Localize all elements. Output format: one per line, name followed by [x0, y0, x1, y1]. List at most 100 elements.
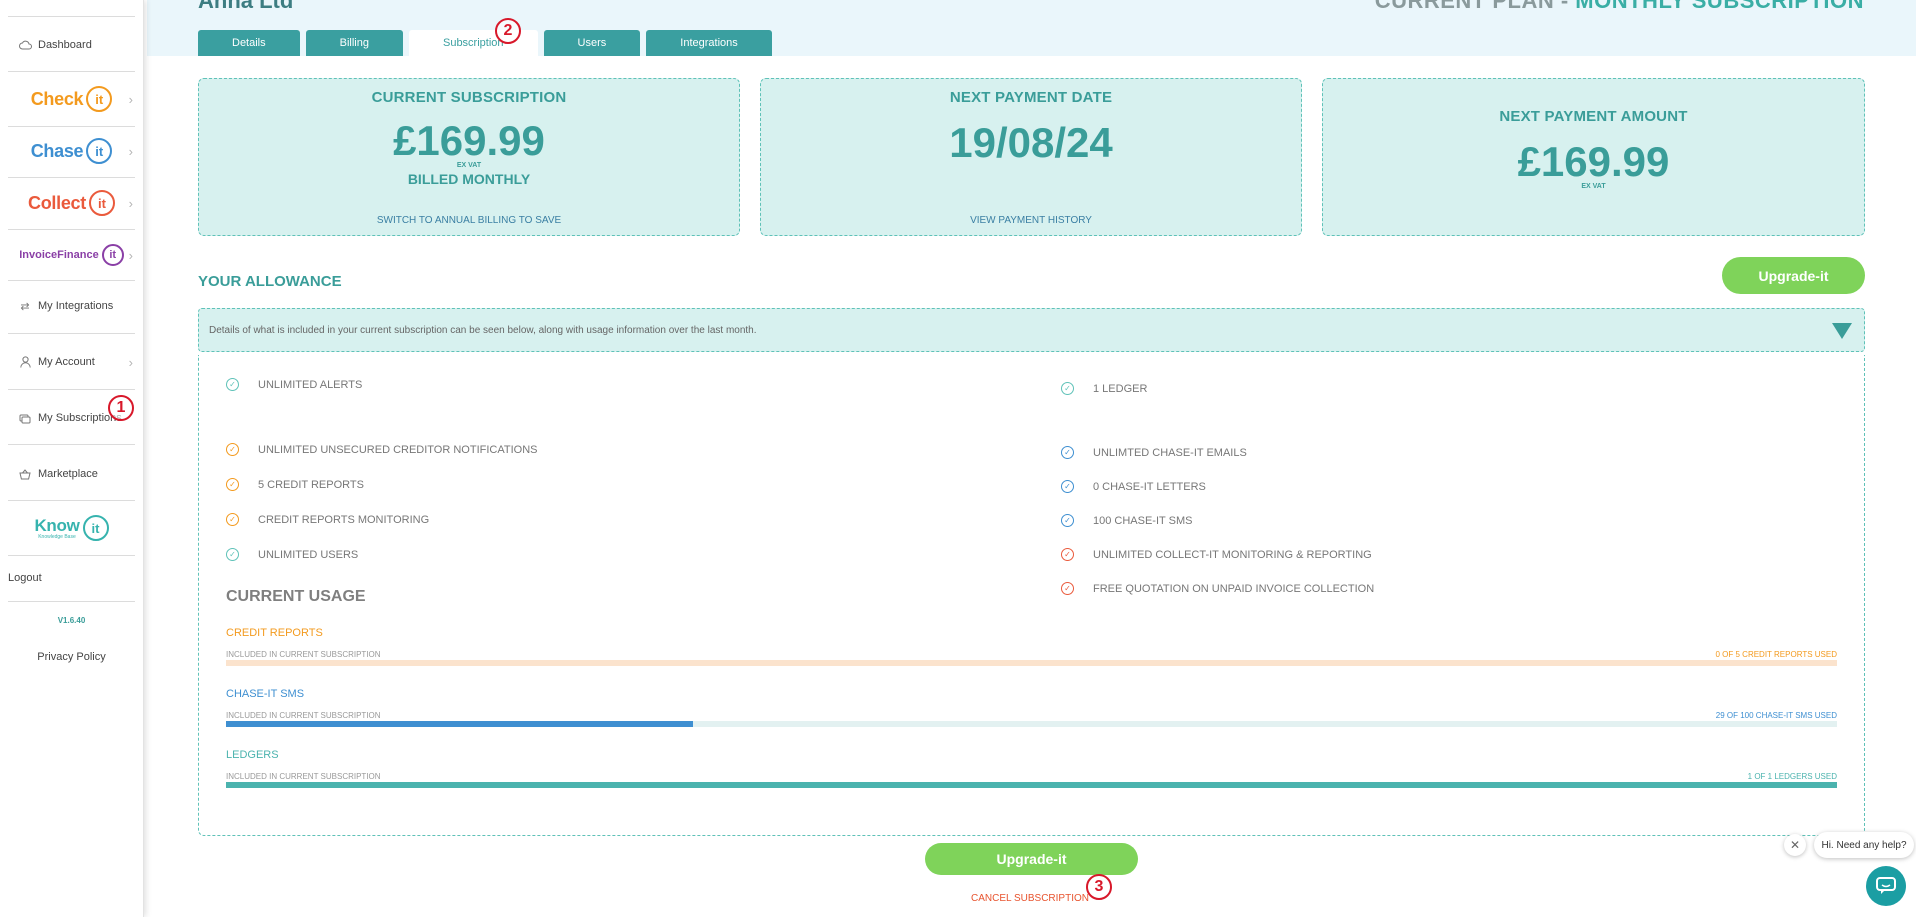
- cloud-icon: [18, 38, 32, 52]
- feature-label: CREDIT REPORTS MONITORING: [258, 513, 430, 526]
- feature-item: ✓ 0 CHASE-IT LETTERS: [1061, 480, 1206, 493]
- feature-item: ✓ UNLIMITED UNSECURED CREDITOR NOTIFICATI…: [226, 443, 538, 456]
- annotation-marker-1: 1: [108, 395, 134, 421]
- tab-users[interactable]: Users: [543, 30, 641, 56]
- company-title: Anna Ltd: [198, 0, 294, 13]
- upgrade-button[interactable]: Upgrade-it: [1722, 257, 1865, 294]
- current-plan-title: CURRENT PLAN - MONTHLY SUBSCRIPTION: [1375, 0, 1864, 14]
- sidebar-item-know-it[interactable]: Know Knowledge Base it: [8, 503, 135, 553]
- view-payment-history-link[interactable]: VIEW PAYMENT HISTORY: [761, 215, 1301, 226]
- feature-item: ✓ UNLIMITED USERS: [226, 548, 358, 561]
- check-circle-icon: ✓: [226, 443, 239, 456]
- usage-progress-track: [226, 721, 1837, 727]
- chevron-right-icon: ›: [128, 91, 133, 107]
- divider: [8, 16, 135, 17]
- brand-name: InvoiceFinance: [19, 249, 99, 261]
- feature-item: ✓ UNLIMTED CHASE-IT EMAILS: [1061, 446, 1247, 459]
- logout-label: Logout: [8, 572, 42, 584]
- check-circle-icon: ✓: [226, 513, 239, 526]
- card-title: NEXT PAYMENT DATE: [949, 89, 1113, 106]
- allowance-description: Details of what is included in your curr…: [209, 325, 757, 336]
- check-circle-icon: ✓: [1061, 582, 1074, 595]
- annotation-marker-2: 2: [495, 18, 521, 44]
- switch-annual-link[interactable]: SWITCH TO ANNUAL BILLING TO SAVE: [199, 215, 739, 226]
- upgrade-button-bottom[interactable]: Upgrade-it: [925, 843, 1138, 875]
- sidebar-item-marketplace[interactable]: Marketplace: [8, 466, 135, 482]
- version-label: V1.6.40: [57, 616, 86, 625]
- check-circle-icon: ✓: [226, 378, 239, 391]
- current-plan-value: MONTHLY SUBSCRIPTION: [1575, 0, 1864, 13]
- billing-frequency: BILLED MONTHLY: [407, 171, 531, 187]
- help-bubble[interactable]: Hi. Need any help?: [1814, 832, 1914, 858]
- usage-count: 1 OF 1 LEDGERS USED: [1747, 772, 1837, 781]
- sidebar: Dashboard Check it › Chase it › Collect …: [0, 0, 144, 917]
- sidebar-item-chase-it[interactable]: Chase it ›: [8, 126, 135, 176]
- privacy-policy-link[interactable]: Privacy Policy: [0, 651, 143, 663]
- divider: [8, 555, 135, 556]
- tab-bar: Details Billing Subscription Users Integ…: [198, 30, 772, 56]
- sidebar-item-integrations[interactable]: ⇄ My Integrations: [8, 298, 135, 314]
- feature-label: 0 CHASE-IT LETTERS: [1093, 480, 1206, 493]
- divider: [8, 444, 135, 445]
- usage-sublabel: INCLUDED IN CURRENT SUBSCRIPTION: [226, 772, 381, 781]
- usage-label: CREDIT REPORTS: [226, 627, 323, 639]
- usage-progress-track: [226, 782, 1837, 788]
- next-payment-amount-card: NEXT PAYMENT AMOUNT £169.99 EX VAT: [1322, 78, 1865, 236]
- coins-icon: [18, 411, 32, 425]
- next-payment-date: 19/08/24: [949, 119, 1113, 166]
- tab-details[interactable]: Details: [198, 30, 300, 56]
- next-payment-amount: £169.99: [1517, 138, 1670, 185]
- swap-arrows-icon: ⇄: [20, 300, 30, 313]
- chat-icon[interactable]: [1866, 866, 1906, 906]
- feature-label: UNLIMITED USERS: [258, 548, 359, 561]
- feature-label: UNLIMITED UNSECURED CREDITOR NOTIFICATIO…: [258, 443, 538, 456]
- sidebar-item-label: My Integrations: [38, 300, 114, 312]
- brand-subtitle: Knowledge Base: [38, 534, 76, 540]
- it-logo-icon: it: [86, 138, 113, 164]
- usage-progress-fill: [226, 721, 694, 727]
- feature-item: ✓ 5 CREDIT REPORTS: [226, 478, 364, 491]
- divider: [8, 601, 135, 602]
- tab-integrations[interactable]: Integrations: [646, 30, 772, 56]
- it-logo-icon: it: [88, 190, 115, 216]
- current-subscription-card: CURRENT SUBSCRIPTION £169.99 EX VAT BILL…: [198, 78, 740, 236]
- close-help-icon[interactable]: ✕: [1784, 834, 1806, 856]
- check-circle-icon: ✓: [1061, 548, 1074, 561]
- chevron-right-icon: ›: [128, 247, 133, 263]
- allowance-toggle-bar[interactable]: Details of what is included in your curr…: [198, 308, 1865, 352]
- it-logo-icon: it: [101, 244, 124, 266]
- feature-label: UNLIMITED COLLECT-IT MONITORING & REPORT…: [1093, 548, 1372, 561]
- usage-progress-fill: [226, 782, 1837, 788]
- tab-billing[interactable]: Billing: [305, 30, 403, 56]
- know-it-wordmark: Know Knowledge Base: [34, 516, 79, 540]
- feature-item: ✓ FREE QUOTATION ON UNPAID INVOICE COLLEC…: [1061, 582, 1374, 595]
- chevron-right-icon: ›: [128, 195, 133, 211]
- cancel-subscription-link[interactable]: CANCEL SUBSCRIPTION: [971, 893, 1089, 904]
- chevron-right-icon: ›: [128, 143, 133, 159]
- brand-name: Collect: [28, 192, 86, 213]
- sidebar-item-check-it[interactable]: Check it ›: [8, 74, 135, 124]
- sidebar-item-collect-it[interactable]: Collect it ›: [8, 178, 135, 228]
- check-circle-icon: ✓: [1061, 480, 1074, 493]
- brand-name: Know: [34, 516, 80, 535]
- usage-sublabel: INCLUDED IN CURRENT SUBSCRIPTION: [226, 711, 381, 720]
- check-circle-icon: ✓: [226, 478, 239, 491]
- usage-title: CURRENT USAGE: [226, 588, 366, 605]
- usage-count: 29 OF 100 CHASE-IT SMS USED: [1715, 711, 1837, 720]
- feature-label: 100 CHASE-IT SMS: [1093, 514, 1193, 527]
- sidebar-item-account[interactable]: My Account ›: [8, 354, 135, 370]
- allowance-title: YOUR ALLOWANCE: [198, 273, 342, 290]
- divider: [8, 71, 135, 72]
- feature-item: ✓ 100 CHASE-IT SMS: [1061, 514, 1192, 527]
- sidebar-item-dashboard[interactable]: Dashboard: [8, 37, 135, 53]
- check-circle-icon: ✓: [1061, 514, 1074, 527]
- logout-link[interactable]: Logout: [0, 570, 135, 586]
- feature-label: FREE QUOTATION ON UNPAID INVOICE COLLECT…: [1093, 582, 1375, 595]
- usage-count: 0 OF 5 CREDIT REPORTS USED: [1715, 650, 1837, 659]
- feature-item: ✓ UNLIMITED COLLECT-IT MONITORING & REPOR…: [1061, 548, 1372, 561]
- collapse-triangle-icon[interactable]: [1832, 323, 1852, 339]
- next-payment-date-card: NEXT PAYMENT DATE 19/08/24 VIEW PAYMENT …: [760, 78, 1302, 236]
- chevron-right-icon: ›: [128, 354, 133, 370]
- usage-progress-track: [226, 660, 1837, 666]
- sidebar-item-invoicefinance-it[interactable]: InvoiceFinance it ›: [8, 230, 135, 280]
